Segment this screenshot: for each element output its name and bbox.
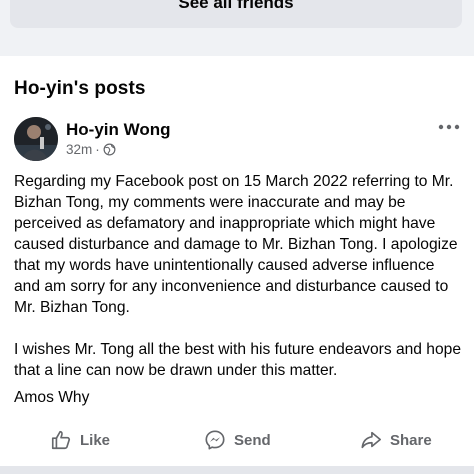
post-author[interactable]: Ho-yin Wong xyxy=(66,120,171,140)
meta-separator: · xyxy=(95,142,100,157)
post-body: Regarding my Facebook post on 15 March 2… xyxy=(14,171,462,402)
more-options-icon[interactable] xyxy=(438,120,460,134)
globe-icon xyxy=(103,143,116,156)
post-signature: Amos Why xyxy=(14,389,90,406)
like-button[interactable]: Like xyxy=(50,428,110,452)
friends-card-area: See all friends xyxy=(0,0,474,56)
thumbs-up-icon xyxy=(51,430,71,450)
send-button[interactable]: Send xyxy=(204,428,271,452)
share-label: Share xyxy=(390,431,432,449)
post-paragraph: I wishes Mr. Tong all the best with his … xyxy=(14,341,461,379)
section-title: Ho-yin's posts xyxy=(14,78,146,99)
like-label: Like xyxy=(80,431,111,449)
see-all-friends-button[interactable]: See all friends xyxy=(10,0,462,28)
avatar[interactable] xyxy=(14,117,58,161)
send-label: Send xyxy=(234,431,271,449)
share-button[interactable]: Share xyxy=(360,428,432,452)
see-all-friends-label: See all friends xyxy=(178,0,294,12)
messenger-icon xyxy=(205,430,225,450)
post-actions-bar: Like Send Share xyxy=(0,420,474,460)
section-divider xyxy=(0,466,474,474)
post-paragraph: Regarding my Facebook post on 15 March 2… xyxy=(14,173,458,316)
post-time[interactable]: 32m xyxy=(66,142,92,157)
avatar-image xyxy=(14,117,58,161)
post-meta: 32m · xyxy=(66,142,116,157)
share-arrow-icon xyxy=(361,431,381,449)
